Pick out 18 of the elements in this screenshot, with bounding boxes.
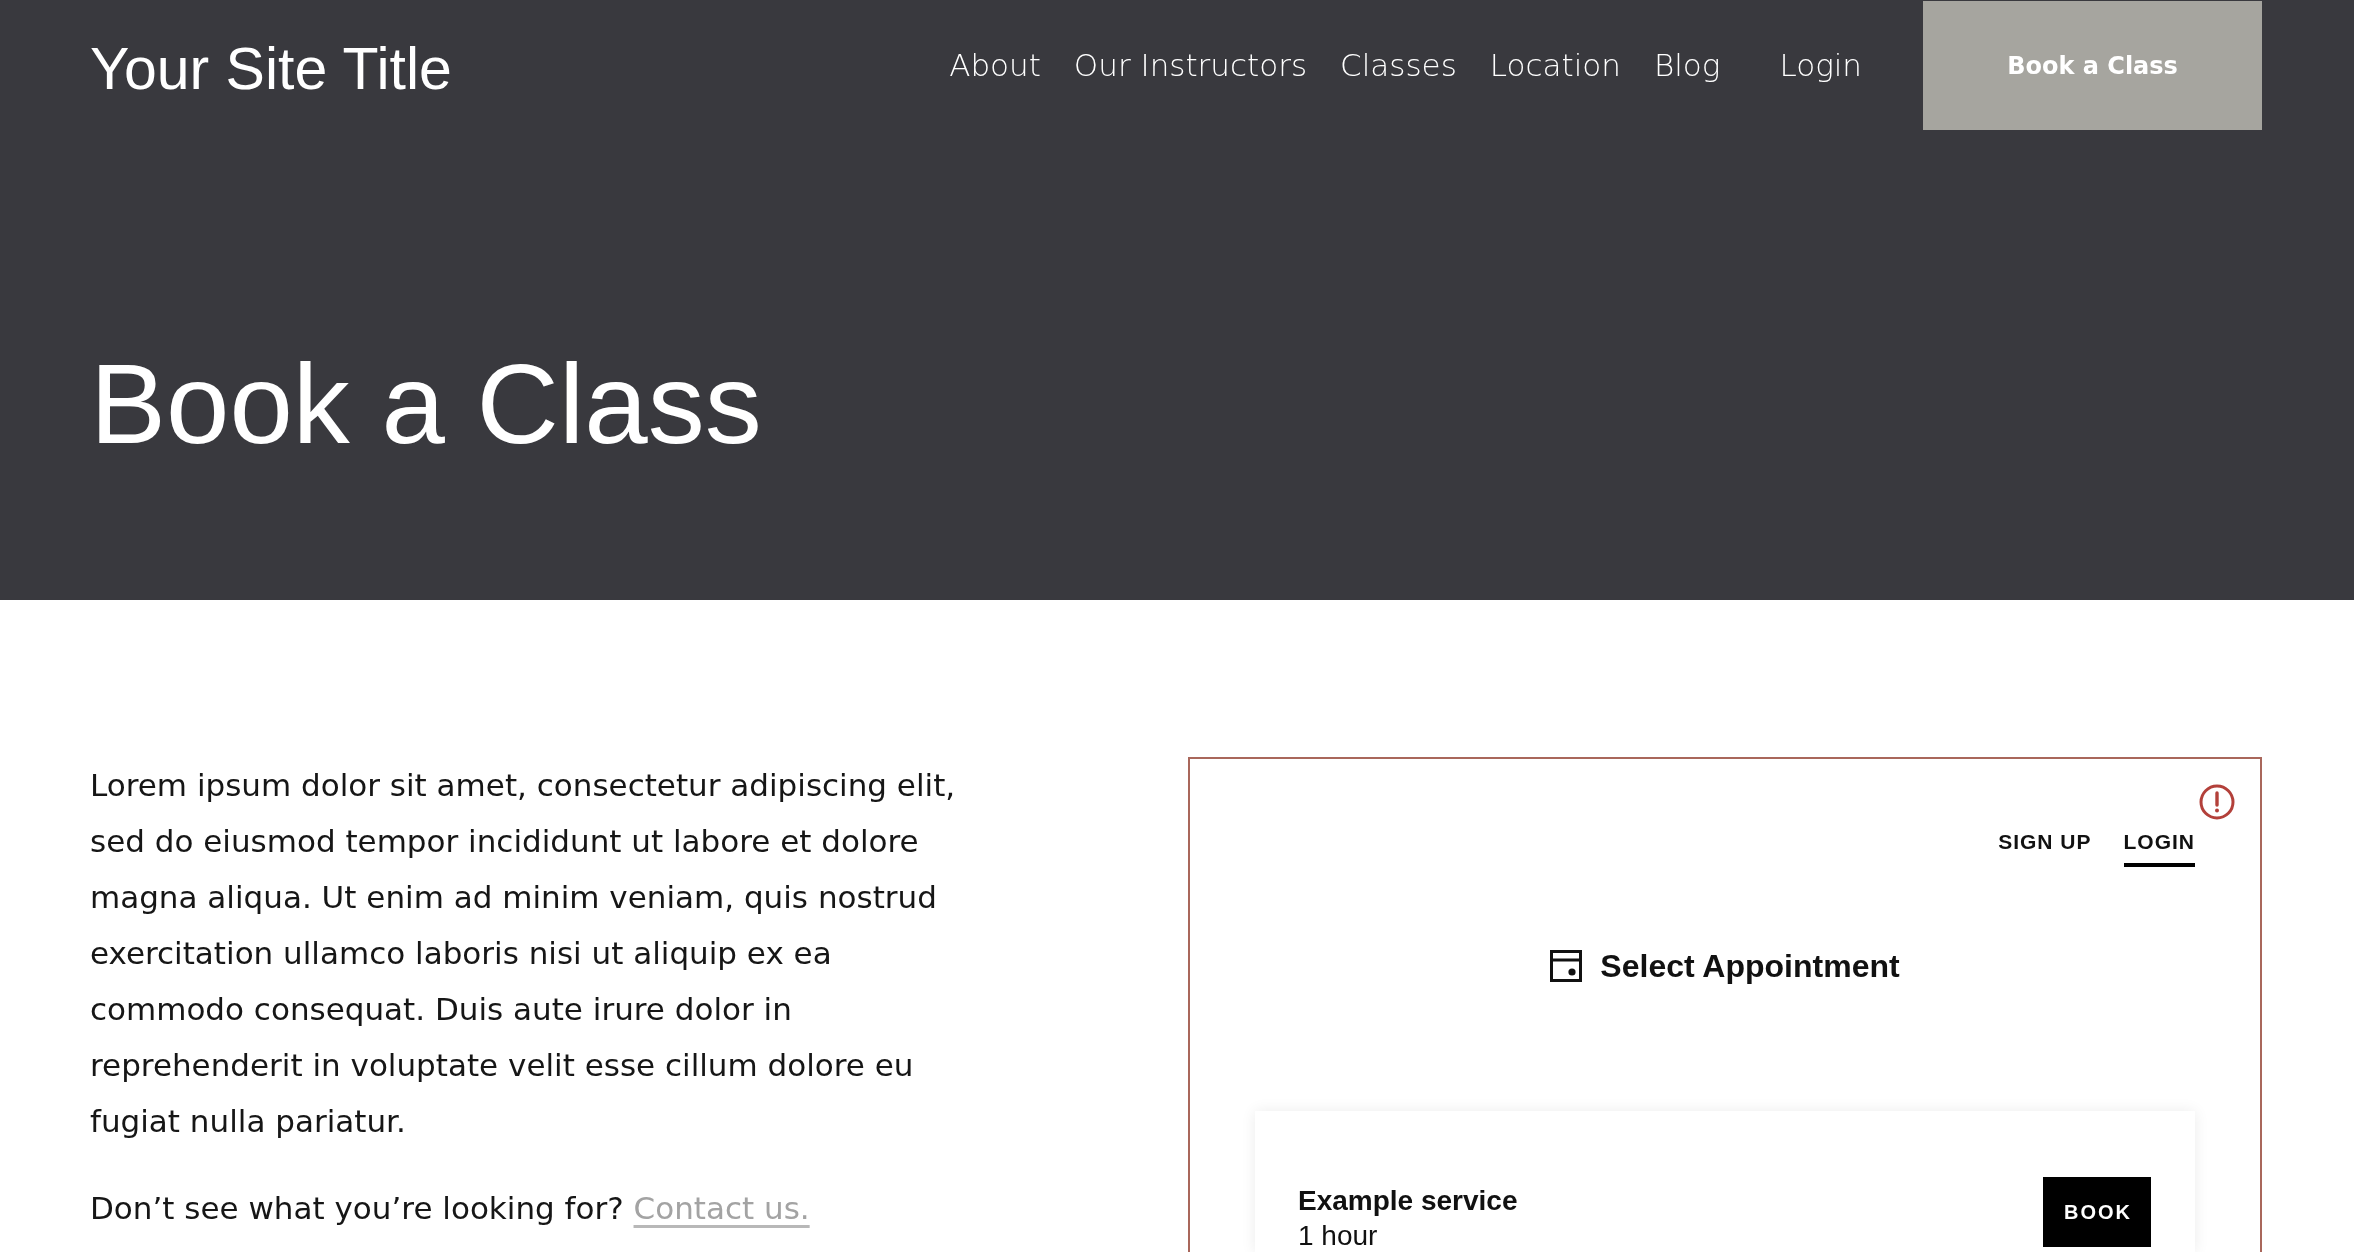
page-title: Book a Class: [89, 339, 763, 469]
nav-link[interactable]: Blog: [1653, 47, 1721, 83]
alert-icon[interactable]: [2199, 784, 2235, 820]
nav-link[interactable]: Classes: [1340, 47, 1457, 83]
nav-link[interactable]: Our Instructors: [1073, 47, 1308, 83]
service-name: Example service: [1298, 1184, 1518, 1218]
book-button[interactable]: BOOK: [2043, 1177, 2151, 1247]
calendar-icon: [1550, 950, 1583, 982]
account-tab[interactable]: SIGN UP: [1998, 829, 2092, 867]
login-link[interactable]: Login: [1779, 47, 1862, 83]
service-duration: 1 hour: [1298, 1219, 1378, 1252]
site-title[interactable]: Your Site Title: [90, 35, 452, 103]
intro-paragraph: Lorem ipsum dolor sit amet, consectetur adipiscing elit, sed do eiusmod tempor incididunt ut labore et dolore magna aliqua. Ut enim ad minim veniam, quis nostrud exercitation ullamco laboris nisi ut aliquip ex ea commodo consequat. Duis aute irure dolor in reprehenderit in voluptate velit esse cillum dolore eu fugiat nulla pariatur.: [90, 766, 957, 1141]
nav-link[interactable]: Location: [1489, 47, 1621, 83]
account-tab[interactable]: LOGIN: [2123, 829, 2195, 867]
nav-link[interactable]: About: [949, 47, 1041, 83]
section-heading: Select Appointment: [1600, 947, 1900, 986]
contact-prompt: Don’t see what you’re looking for? Contact us.: [90, 1189, 811, 1228]
